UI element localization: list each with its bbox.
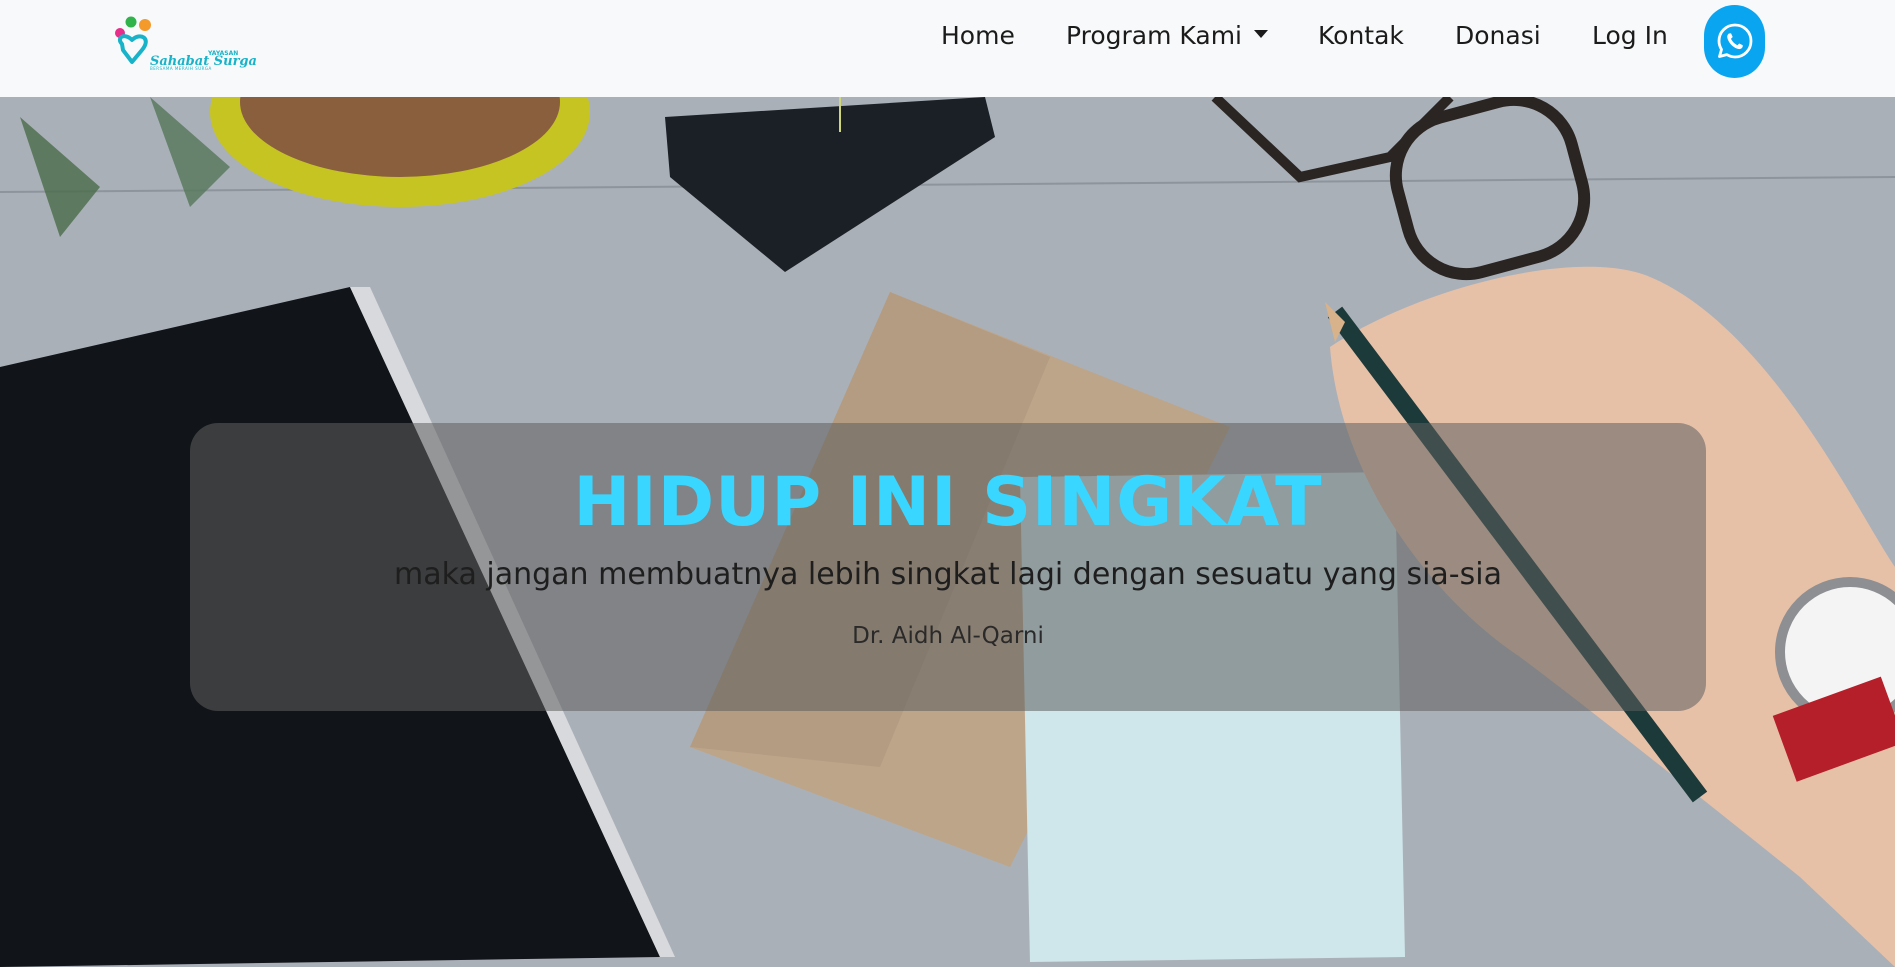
nav-program-dropdown[interactable]: Program Kami (1066, 20, 1269, 52)
whatsapp-icon (1717, 23, 1753, 59)
hero-quote-author: Dr. Aidh Al-Qarni (852, 623, 1044, 649)
caret-down-icon (1254, 30, 1269, 38)
nav-program-label: Program Kami (1066, 21, 1243, 50)
quote-overlay-box: HIDUP INI SINGKAT maka jangan membuatnya… (190, 423, 1706, 711)
nav-kontak-link[interactable]: Kontak (1318, 20, 1404, 52)
nav-login-link[interactable]: Log In (1592, 20, 1668, 52)
hero-title: HIDUP INI SINGKAT (573, 463, 1323, 542)
top-navbar: YAYASAN Sahabat Surga BERSAMA MERAIH SUR… (0, 0, 1895, 97)
nav-menu: Home Program Kami Kontak Donasi Log In (0, 0, 1895, 72)
hero-quote-text: maka jangan membuatnya lebih singkat lag… (394, 557, 1502, 592)
nav-donasi-link[interactable]: Donasi (1455, 20, 1541, 52)
whatsapp-button[interactable] (1704, 5, 1765, 78)
nav-home-link[interactable]: Home (941, 20, 1015, 52)
hero-section: HIDUP INI SINGKAT maka jangan membuatnya… (0, 97, 1895, 967)
